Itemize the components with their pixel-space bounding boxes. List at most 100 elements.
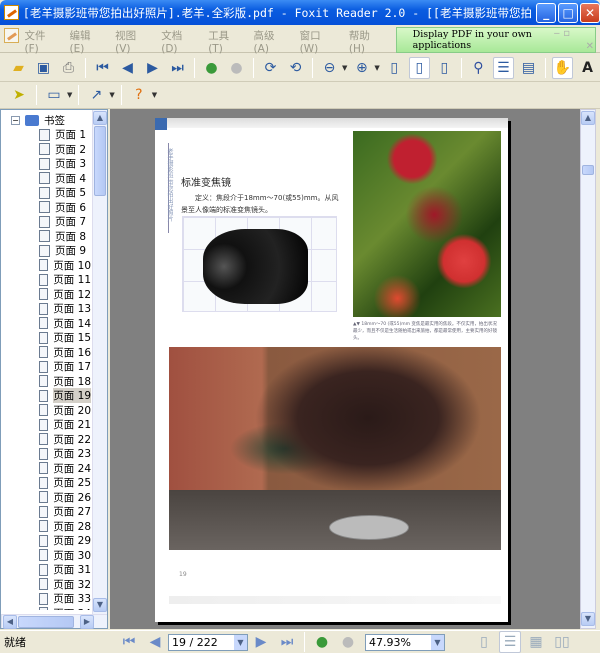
facing-continuous-icon[interactable]: ▦ xyxy=(525,631,547,653)
status-next-page-icon[interactable]: ▶ xyxy=(250,631,272,653)
forward-icon[interactable]: ● xyxy=(226,57,247,79)
facing-icon[interactable]: ▯▯ xyxy=(551,631,573,653)
bookmark-item[interactable]: 页面 7 xyxy=(1,215,91,230)
doc-scroll-up-button[interactable]: ▲ xyxy=(581,111,595,125)
zoom-dropdown-icon[interactable]: ▼ xyxy=(431,634,444,650)
bookmark-item[interactable]: 页面 5 xyxy=(1,186,91,201)
back-icon[interactable]: ● xyxy=(201,57,222,79)
scroll-up-button[interactable]: ▲ xyxy=(93,111,107,125)
fit-page-icon[interactable]: ▯ xyxy=(408,57,430,79)
doc-scroll-down-button[interactable]: ▼ xyxy=(581,612,595,626)
menu-document[interactable]: 文档(D) xyxy=(161,27,197,55)
bookmark-item[interactable]: 页面 22 xyxy=(1,432,91,447)
bookmark-item[interactable]: 页面 12 xyxy=(1,287,91,302)
status-last-page-icon[interactable]: ⏭ xyxy=(276,631,298,653)
menu-help[interactable]: 帮助(H) xyxy=(349,27,385,55)
collapse-icon[interactable]: − xyxy=(11,115,20,125)
bookmark-item[interactable]: 页面 32 xyxy=(1,577,91,592)
document-view[interactable]: 老手摄影班 带您拍出好照片 标准变焦镜 定义：焦段介于18mm～70(或55)m… xyxy=(110,109,580,629)
menu-file[interactable]: 文件(F) xyxy=(25,27,59,55)
page-dropdown-icon[interactable]: ▼ xyxy=(234,634,247,650)
bookmark-item[interactable]: 页面 20 xyxy=(1,403,91,418)
text-select-icon[interactable]: A xyxy=(577,57,598,79)
bookmark-item[interactable]: 页面 9 xyxy=(1,244,91,259)
bookmark-item[interactable]: 页面 11 xyxy=(1,273,91,288)
prev-page-icon[interactable]: ◀ xyxy=(117,57,138,79)
menu-advanced[interactable]: 高级(A) xyxy=(254,27,289,55)
document-scrollbar[interactable]: ▲ ▼ xyxy=(580,109,596,629)
zoom-in-icon[interactable]: ⊕ xyxy=(351,57,372,79)
bookmark-item[interactable]: 页面 15 xyxy=(1,331,91,346)
zoom-out-icon[interactable]: ⊖ xyxy=(319,57,340,79)
bookmark-item[interactable]: 页面 33 xyxy=(1,592,91,607)
bookmark-item[interactable]: 页面 19 xyxy=(1,388,91,404)
print-icon[interactable]: ⎙ xyxy=(58,57,79,79)
bookmark-item[interactable]: 页面 16 xyxy=(1,345,91,360)
save-icon[interactable]: ▣ xyxy=(33,57,54,79)
bookmarks-panel-icon[interactable]: ☰ xyxy=(492,57,514,79)
single-page-icon[interactable]: ▯ xyxy=(473,631,495,653)
bookmark-item[interactable]: 页面 24 xyxy=(1,461,91,476)
maximize-button[interactable]: □ xyxy=(558,2,579,23)
bookmark-item[interactable]: 页面 30 xyxy=(1,548,91,563)
scroll-down-button[interactable]: ▼ xyxy=(93,598,107,612)
zoom-field[interactable]: 47.93% ▼ xyxy=(365,633,445,651)
open-icon[interactable]: ▰ xyxy=(8,57,29,79)
last-page-icon[interactable]: ⏭ xyxy=(167,57,188,79)
minimize-button[interactable]: _ xyxy=(536,2,557,23)
annotation-arrow-icon[interactable]: ↗ xyxy=(85,84,107,106)
bookmark-item[interactable]: 页面 25 xyxy=(1,476,91,491)
hand-tool-icon[interactable]: ✋ xyxy=(551,57,574,79)
select-arrow-icon[interactable]: ➤ xyxy=(8,84,30,106)
bookmark-item[interactable]: 页面 27 xyxy=(1,505,91,520)
bookmark-item[interactable]: 页面 29 xyxy=(1,534,91,549)
actual-size-icon[interactable]: ▯ xyxy=(384,57,405,79)
bookmark-item[interactable]: 页面 31 xyxy=(1,563,91,578)
close-button[interactable]: ✕ xyxy=(580,2,600,23)
page-number-field[interactable]: 19 / 222 ▼ xyxy=(168,633,248,651)
bookmark-item[interactable]: 页面 13 xyxy=(1,302,91,317)
status-prev-page-icon[interactable]: ◀ xyxy=(144,631,166,653)
menu-edit[interactable]: 编辑(E) xyxy=(70,27,105,55)
bookmark-item[interactable]: 页面 26 xyxy=(1,490,91,505)
bookmark-item[interactable]: 页面 14 xyxy=(1,316,91,331)
first-page-icon[interactable]: ⏮ xyxy=(92,57,113,79)
bookmark-item[interactable]: 页面 10 xyxy=(1,258,91,273)
next-page-icon[interactable]: ▶ xyxy=(142,57,163,79)
menu-window[interactable]: 窗口(W) xyxy=(300,27,338,55)
hscroll-thumb[interactable] xyxy=(18,616,74,628)
continuous-icon[interactable]: ☰ xyxy=(499,631,521,653)
scroll-left-button[interactable]: ◀ xyxy=(3,615,17,629)
mdi-minimize-icon[interactable]: ‒ ▫ xyxy=(554,28,570,39)
bookmark-item[interactable]: 页面 18 xyxy=(1,374,91,389)
status-back-icon[interactable]: ● xyxy=(311,631,333,653)
bookmark-root[interactable]: − 书签 xyxy=(1,113,91,128)
bookmark-hscrollbar[interactable]: ◀ ▶ xyxy=(1,614,107,629)
status-first-page-icon[interactable]: ⏮ xyxy=(118,631,140,653)
bookmark-item[interactable]: 页面 4 xyxy=(1,171,91,186)
thumbnail-icon[interactable]: ▤ xyxy=(518,57,539,79)
bookmark-item[interactable]: 页面 8 xyxy=(1,229,91,244)
bookmark-item[interactable]: 页面 21 xyxy=(1,418,91,433)
bookmark-item[interactable]: 页面 28 xyxy=(1,519,91,534)
bookmark-item[interactable]: 页面 2 xyxy=(1,142,91,157)
menu-tools[interactable]: 工具(T) xyxy=(208,27,242,55)
scroll-right-button[interactable]: ▶ xyxy=(80,615,94,629)
bookmark-item[interactable]: 页面 1 xyxy=(1,128,91,143)
fit-width-icon[interactable]: ▯ xyxy=(434,57,455,79)
doc-scroll-thumb[interactable] xyxy=(582,165,594,175)
rotate-ccw-icon[interactable]: ⟲ xyxy=(285,57,306,79)
menu-view[interactable]: 视图(V) xyxy=(115,27,150,55)
bookmark-item[interactable]: 页面 23 xyxy=(1,447,91,462)
snapshot-icon[interactable]: ▭ xyxy=(43,84,65,106)
find-icon[interactable]: ⚲ xyxy=(468,57,489,79)
bookmark-item[interactable]: 页面 17 xyxy=(1,360,91,375)
status-forward-icon[interactable]: ● xyxy=(337,631,359,653)
bookmark-item[interactable]: 页面 6 xyxy=(1,200,91,215)
bookmark-item[interactable]: 页面 34 xyxy=(1,606,91,610)
bookmark-scrollbar[interactable]: ▲ ▼ xyxy=(92,110,107,614)
rotate-cw-icon[interactable]: ⟳ xyxy=(260,57,281,79)
help-icon[interactable]: ? xyxy=(128,84,150,106)
bookmark-item[interactable]: 页面 3 xyxy=(1,157,91,172)
mdi-close-icon[interactable]: ✕ xyxy=(586,41,594,52)
